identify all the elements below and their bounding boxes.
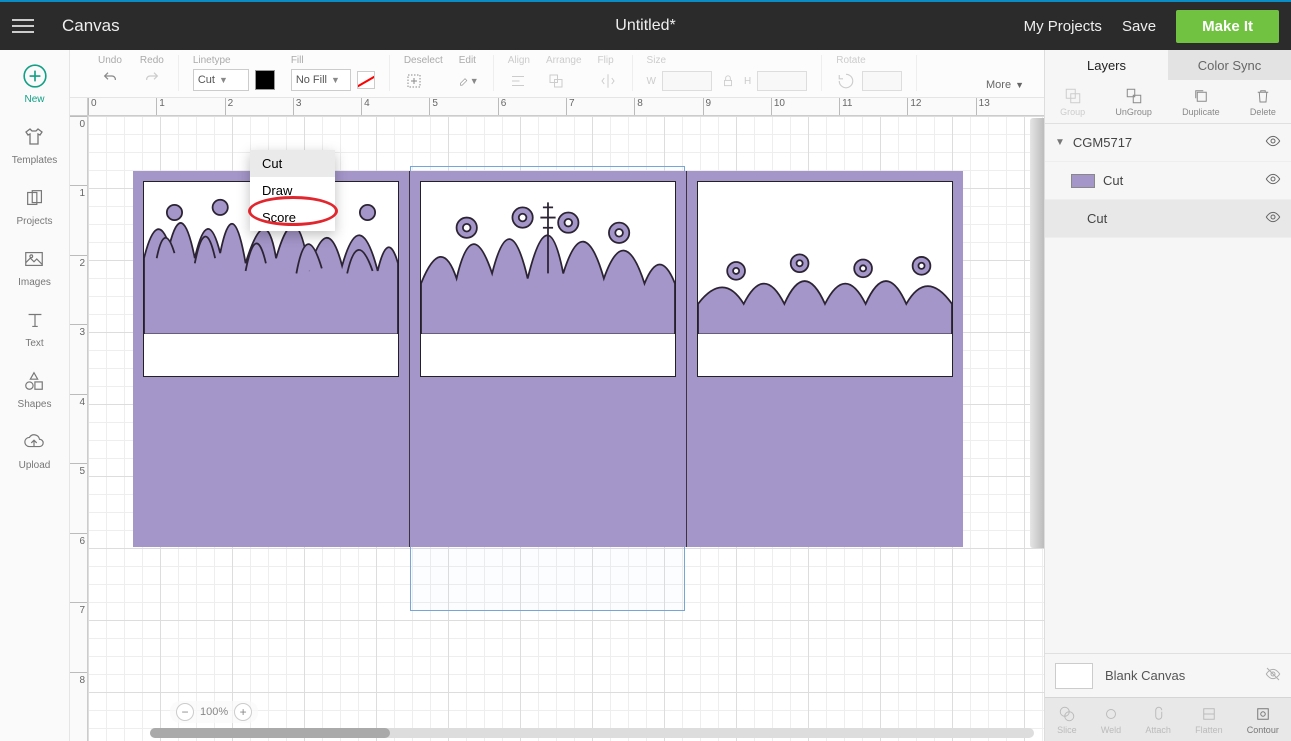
lock-ratio-icon[interactable] — [718, 71, 738, 91]
undo-button[interactable] — [100, 68, 120, 88]
canvas-area: 012345678910111213 012345678 − 100% + — [70, 98, 1044, 741]
linetype-dropdown[interactable]: Cut▼ — [193, 69, 249, 91]
arrange-button[interactable] — [546, 71, 566, 91]
linetype-option-score[interactable]: Score — [250, 204, 335, 231]
linetype-option-draw[interactable]: Draw — [250, 177, 335, 204]
save-link[interactable]: Save — [1122, 18, 1156, 35]
zoom-value: 100% — [200, 706, 228, 718]
visibility-toggle[interactable] — [1265, 171, 1281, 190]
attach-button[interactable]: Attach — [1145, 705, 1171, 735]
app-area-title: Canvas — [62, 16, 120, 36]
tab-layers[interactable]: Layers — [1045, 50, 1168, 80]
group-button[interactable]: Group — [1060, 87, 1085, 117]
zoom-control: − 100% + — [170, 701, 258, 723]
mat-edge — [1030, 118, 1044, 548]
layer-swatch — [1071, 174, 1095, 188]
edit-button[interactable]: ▼ — [459, 71, 479, 91]
zoom-in-button[interactable]: + — [234, 703, 252, 721]
blank-canvas-row[interactable]: Blank Canvas — [1045, 653, 1291, 697]
fill-swatch[interactable] — [357, 71, 375, 89]
align-button[interactable] — [508, 71, 528, 91]
sidebar-templates[interactable]: Templates — [12, 123, 58, 166]
zoom-out-button[interactable]: − — [176, 703, 194, 721]
linetype-color-swatch[interactable] — [255, 70, 275, 90]
upload-icon — [20, 428, 48, 456]
linetype-menu: Cut Draw Score — [250, 150, 335, 231]
layers-list: ▼ CGM5717 Cut Cut — [1045, 124, 1291, 653]
tshirt-icon — [20, 123, 48, 151]
more-button[interactable]: More▼ — [986, 79, 1034, 91]
delete-button[interactable]: Delete — [1250, 87, 1276, 117]
visibility-toggle[interactable] — [1265, 133, 1281, 152]
redo-button[interactable] — [142, 68, 162, 88]
visibility-toggle[interactable] — [1265, 209, 1281, 228]
sidebar-images[interactable]: Images — [18, 245, 51, 288]
document-title: Untitled* — [615, 17, 675, 35]
height-input[interactable] — [757, 71, 807, 91]
ungroup-button[interactable]: UnGroup — [1115, 87, 1152, 117]
ruler-horizontal: 012345678910111213 — [88, 98, 1044, 116]
fill-dropdown[interactable]: No Fill▼ — [291, 69, 351, 91]
shapes-icon — [20, 367, 48, 395]
blank-canvas-swatch — [1055, 663, 1093, 689]
rotate-button[interactable] — [836, 71, 856, 91]
linetype-option-cut[interactable]: Cut — [250, 150, 335, 177]
slice-button[interactable]: Slice — [1057, 705, 1077, 735]
image-icon — [20, 245, 48, 273]
text-icon — [21, 306, 49, 334]
flatten-button[interactable]: Flatten — [1195, 705, 1223, 735]
contour-button[interactable]: Contour — [1247, 705, 1279, 735]
layer-row-root[interactable]: ▼ CGM5717 — [1045, 124, 1291, 162]
layer-row-cut-1[interactable]: Cut — [1045, 162, 1291, 200]
right-panel: Layers Color Sync Group UnGroup Duplicat… — [1044, 50, 1291, 741]
visibility-hidden-icon[interactable] — [1265, 666, 1281, 685]
tab-color-sync[interactable]: Color Sync — [1168, 50, 1291, 80]
topbar: Canvas Untitled* My Projects Save Make I… — [0, 0, 1291, 50]
flip-button[interactable] — [598, 71, 618, 91]
layer-row-cut-2[interactable]: Cut — [1045, 200, 1291, 238]
ruler-vertical: 012345678 — [70, 116, 88, 741]
left-sidebar: New Templates Projects Images Text Shape… — [0, 50, 70, 741]
rotate-input[interactable] — [862, 71, 902, 91]
sidebar-upload[interactable]: Upload — [19, 428, 51, 471]
duplicate-button[interactable]: Duplicate — [1182, 87, 1220, 117]
sidebar-shapes[interactable]: Shapes — [18, 367, 52, 410]
sidebar-projects[interactable]: Projects — [16, 184, 52, 227]
width-input[interactable] — [662, 71, 712, 91]
toolbar: Undo Redo Linetype Cut▼ Fill — [70, 50, 1044, 98]
horizontal-scrollbar[interactable] — [150, 728, 1034, 738]
weld-button[interactable]: Weld — [1101, 705, 1121, 735]
chevron-down-icon[interactable]: ▼ — [1055, 137, 1065, 148]
ruler-corner — [70, 98, 88, 116]
design-canvas[interactable] — [88, 116, 1044, 741]
deselect-button[interactable] — [404, 71, 424, 91]
menu-button[interactable] — [12, 11, 42, 41]
my-projects-link[interactable]: My Projects — [1024, 18, 1102, 35]
cards-icon — [21, 184, 49, 212]
sidebar-new[interactable]: New — [21, 62, 49, 105]
plus-circle-icon — [21, 62, 49, 90]
sidebar-text[interactable]: Text — [21, 306, 49, 349]
make-it-button[interactable]: Make It — [1176, 10, 1279, 43]
